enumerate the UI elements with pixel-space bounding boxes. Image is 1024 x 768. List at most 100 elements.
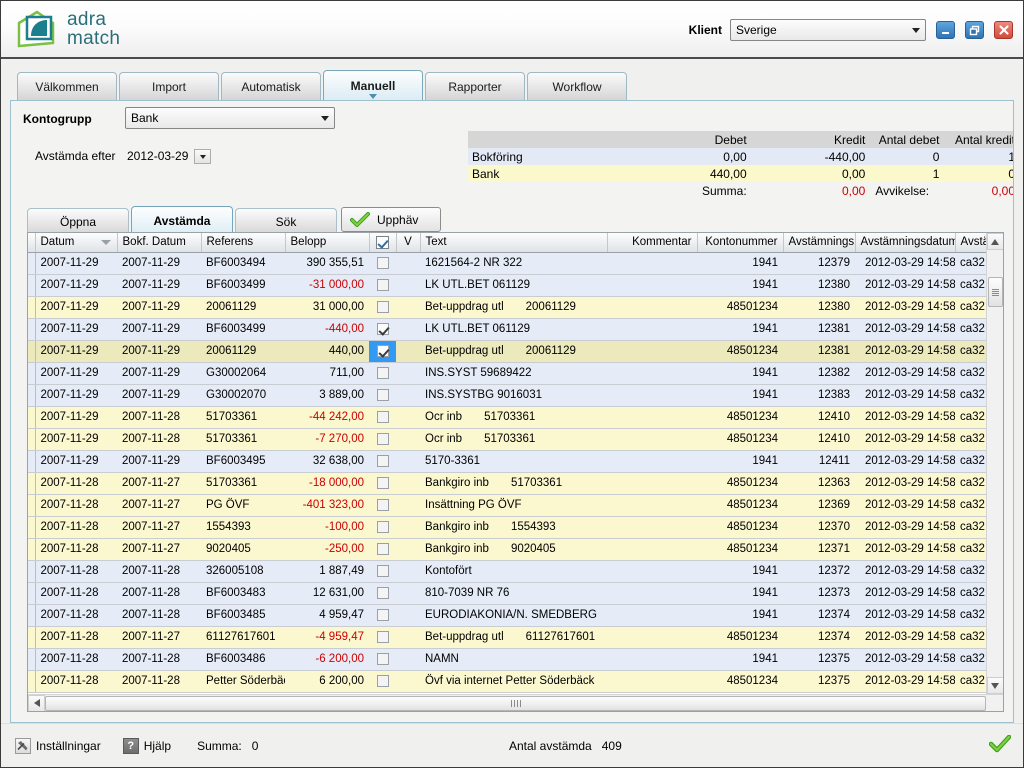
row-checkbox-cell[interactable] [369, 450, 396, 473]
checkbox-unchecked-icon[interactable] [376, 300, 389, 313]
grid-scroll-area[interactable]: Datum Bokf. Datum Referens Belopp V Text… [28, 233, 986, 694]
table-row[interactable]: 2007-11-282007-11-28Petter Söderbäck6 20… [28, 670, 986, 693]
checkbox-unchecked-icon[interactable] [376, 674, 389, 687]
tab-rapporter[interactable]: Rapporter [425, 72, 525, 100]
grid-col-belopp[interactable]: Belopp [285, 233, 370, 253]
table-row[interactable]: 2007-11-28 2007-11-27 61127617601 -4 959,47… [28, 626, 986, 649]
checkbox-unchecked-icon[interactable] [376, 498, 389, 511]
checkbox-unchecked-icon[interactable] [376, 652, 389, 665]
row-checkbox-cell[interactable] [369, 406, 396, 429]
minimize-button[interactable] [936, 21, 955, 39]
table-row[interactable]: 2007-11-28 2007-11-27 1554393 -100,00 Bankgi… [28, 516, 986, 539]
grid-col-text[interactable]: Text [420, 233, 608, 253]
grid-col-bokf-datum[interactable]: Bokf. Datum [117, 233, 202, 253]
close-button[interactable] [994, 21, 1013, 39]
table-row[interactable]: 2007-11-28 2007-11-27 51703361 -18 000,00 Ba… [28, 472, 986, 495]
row-checkbox-cell[interactable] [369, 538, 396, 561]
table-row[interactable]: 2007-11-29 2007-11-29 20061129 440,00 Bet-up… [28, 340, 986, 363]
kontogrupp-dropdown[interactable]: Bank [125, 107, 335, 129]
row-checkbox-cell[interactable] [369, 604, 396, 627]
table-row[interactable]: 2007-11-28 2007-11-28 326005108 1 887,49 Kon… [28, 560, 986, 583]
select-all-checkbox[interactable] [376, 235, 389, 249]
scroll-up-button[interactable] [986, 233, 1003, 250]
date-picker-button[interactable] [194, 149, 211, 164]
row-checkbox-cell[interactable] [369, 626, 396, 649]
table-row[interactable]: 2007-11-29 2007-11-28 51703361 -44 242,00 Oc… [28, 406, 986, 429]
table-row[interactable]: 2007-11-29 2007-11-29 BF6003499 -31 000,00 L… [28, 274, 986, 297]
checkbox-unchecked-icon[interactable] [376, 432, 389, 445]
checkbox-unchecked-icon[interactable] [376, 542, 389, 555]
tab-workflow[interactable]: Workflow [527, 72, 627, 100]
tab-manuell[interactable]: Manuell [323, 70, 423, 100]
table-row[interactable]: 2007-11-28 2007-11-28 BF6003483 12 631,00 81… [28, 582, 986, 605]
settings-button[interactable]: Inställningar [15, 737, 101, 754]
checkbox-unchecked-icon[interactable] [376, 278, 389, 291]
table-row[interactable]: 2007-11-29 2007-11-29 BF6003499 -440,00 LK U… [28, 318, 986, 341]
chevron-down-icon[interactable] [316, 108, 334, 128]
table-row[interactable]: 2007-11-29 2007-11-29 BF6003495 32 638,00 51… [28, 450, 986, 473]
table-row[interactable]: 2007-11-29 2007-11-29 G30002070 3 889,00 INS… [28, 384, 986, 407]
checkbox-unchecked-icon[interactable] [376, 586, 389, 599]
grid-col-referens[interactable]: Referens [201, 233, 286, 253]
row-checkbox-cell[interactable] [369, 428, 396, 451]
table-row[interactable]: 2007-11-28 2007-11-28 BF6003486 -6 200,00 NA… [28, 648, 986, 671]
restore-button[interactable] [965, 21, 984, 39]
row-checkbox-cell[interactable] [369, 362, 396, 385]
checkbox-unchecked-icon[interactable] [376, 256, 389, 269]
row-checkbox-cell[interactable] [369, 472, 396, 495]
subtab-oppna[interactable]: Öppna [27, 208, 129, 234]
chevron-down-icon[interactable] [907, 20, 925, 40]
row-checkbox-cell[interactable] [369, 296, 396, 319]
checkbox-unchecked-icon[interactable] [376, 476, 389, 489]
checkbox-unchecked-icon[interactable] [376, 608, 389, 621]
tab-automatisk[interactable]: Automatisk [221, 72, 321, 100]
row-checkbox-cell[interactable] [369, 560, 396, 583]
table-row[interactable]: 2007-11-29 2007-11-29 20061129 31 000,00 Bet… [28, 296, 986, 319]
grid-col-kommentar[interactable]: Kommentar [607, 233, 698, 253]
upphav-button[interactable]: Upphäv [341, 207, 441, 232]
checkbox-unchecked-icon[interactable] [376, 366, 389, 379]
scroll-thumb[interactable] [987, 277, 1003, 307]
row-checkbox-cell[interactable] [369, 516, 396, 539]
table-row[interactable]: 2007-11-28 2007-11-27 9020405 -250,00 Bankgi… [28, 538, 986, 561]
grid-vertical-scrollbar[interactable] [986, 233, 1003, 694]
table-row[interactable]: 2007-11-28 2007-11-27 PG ÖVF -401 323,00 Ins… [28, 494, 986, 517]
subtab-avstamda[interactable]: Avstämda [131, 206, 233, 234]
grid-horizontal-scrollbar[interactable] [28, 694, 1003, 711]
row-checkbox-cell[interactable] [369, 582, 396, 605]
grid-col-avstamd-av[interactable]: Avstämd a [955, 233, 986, 253]
grid-col-datum[interactable]: Datum [35, 233, 118, 253]
hscroll-thumb[interactable] [45, 695, 986, 711]
checkbox-unchecked-icon[interactable] [376, 410, 389, 423]
table-row[interactable]: 2007-11-29 2007-11-29 G30002064 711,00 INS.S… [28, 362, 986, 385]
grid-col-avstamnings[interactable]: Avstämnings [783, 233, 856, 253]
client-dropdown[interactable]: Sverige [730, 19, 926, 41]
table-row[interactable]: 2007-11-29 2007-11-29 BF6003494 390 355,51 1… [28, 252, 986, 275]
checkbox-unchecked-icon[interactable] [376, 630, 389, 643]
avstamda-efter-date[interactable]: 2012-03-29 [127, 149, 188, 163]
checkbox-checked-icon[interactable] [376, 322, 389, 335]
checkbox-unchecked-icon[interactable] [376, 520, 389, 533]
grid-col-select-all[interactable] [369, 233, 397, 253]
checkbox-checked-icon[interactable] [376, 344, 389, 357]
row-checkbox-cell[interactable] [369, 648, 396, 671]
row-checkbox-cell[interactable] [369, 274, 396, 297]
table-row[interactable]: 2007-11-29 2007-11-28 51703361 -7 270,00 Ocr… [28, 428, 986, 451]
checkbox-unchecked-icon[interactable] [376, 388, 389, 401]
row-checkbox-cell[interactable] [369, 252, 396, 275]
grid-col-avstamningsdatum[interactable]: Avstämningsdatum [855, 233, 956, 253]
row-checkbox-cell[interactable] [369, 340, 396, 363]
checkbox-unchecked-icon[interactable] [376, 564, 389, 577]
grid-col-kontonummer[interactable]: Kontonummer [697, 233, 784, 253]
scroll-down-button[interactable] [986, 677, 1003, 694]
table-row[interactable]: 2007-11-28 2007-11-28 BF6003485 4 959,47 EUR… [28, 604, 986, 627]
checkbox-unchecked-icon[interactable] [376, 454, 389, 467]
row-checkbox-cell[interactable] [369, 670, 396, 693]
grid-col-v[interactable]: V [396, 233, 421, 253]
scroll-left-button[interactable] [28, 694, 45, 711]
subtab-sok[interactable]: Sök [235, 208, 337, 234]
row-checkbox-cell[interactable] [369, 384, 396, 407]
help-button[interactable]: ? Hjälp [122, 737, 171, 754]
tab-valkommen[interactable]: Välkommen [17, 72, 117, 100]
tab-import[interactable]: Import [119, 72, 219, 100]
